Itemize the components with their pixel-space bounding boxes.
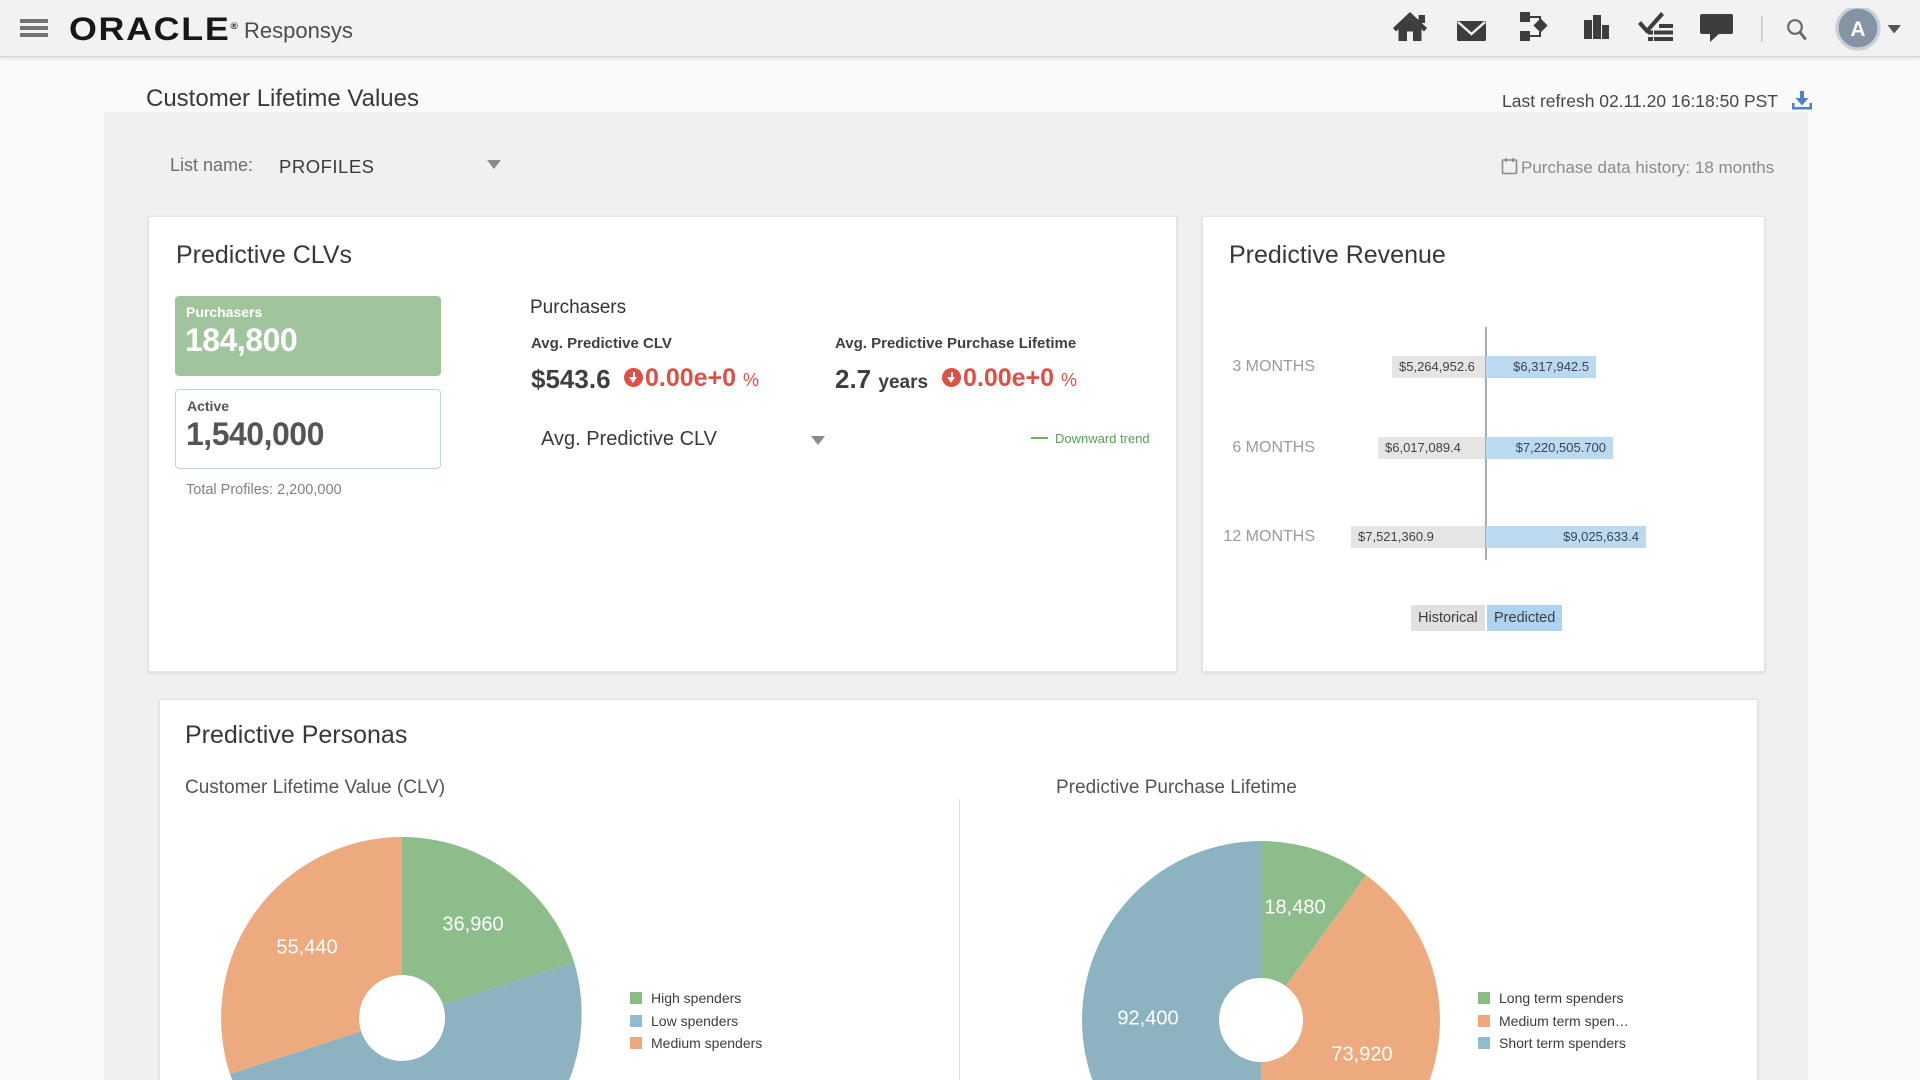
svg-text:A: A (1850, 18, 1865, 41)
